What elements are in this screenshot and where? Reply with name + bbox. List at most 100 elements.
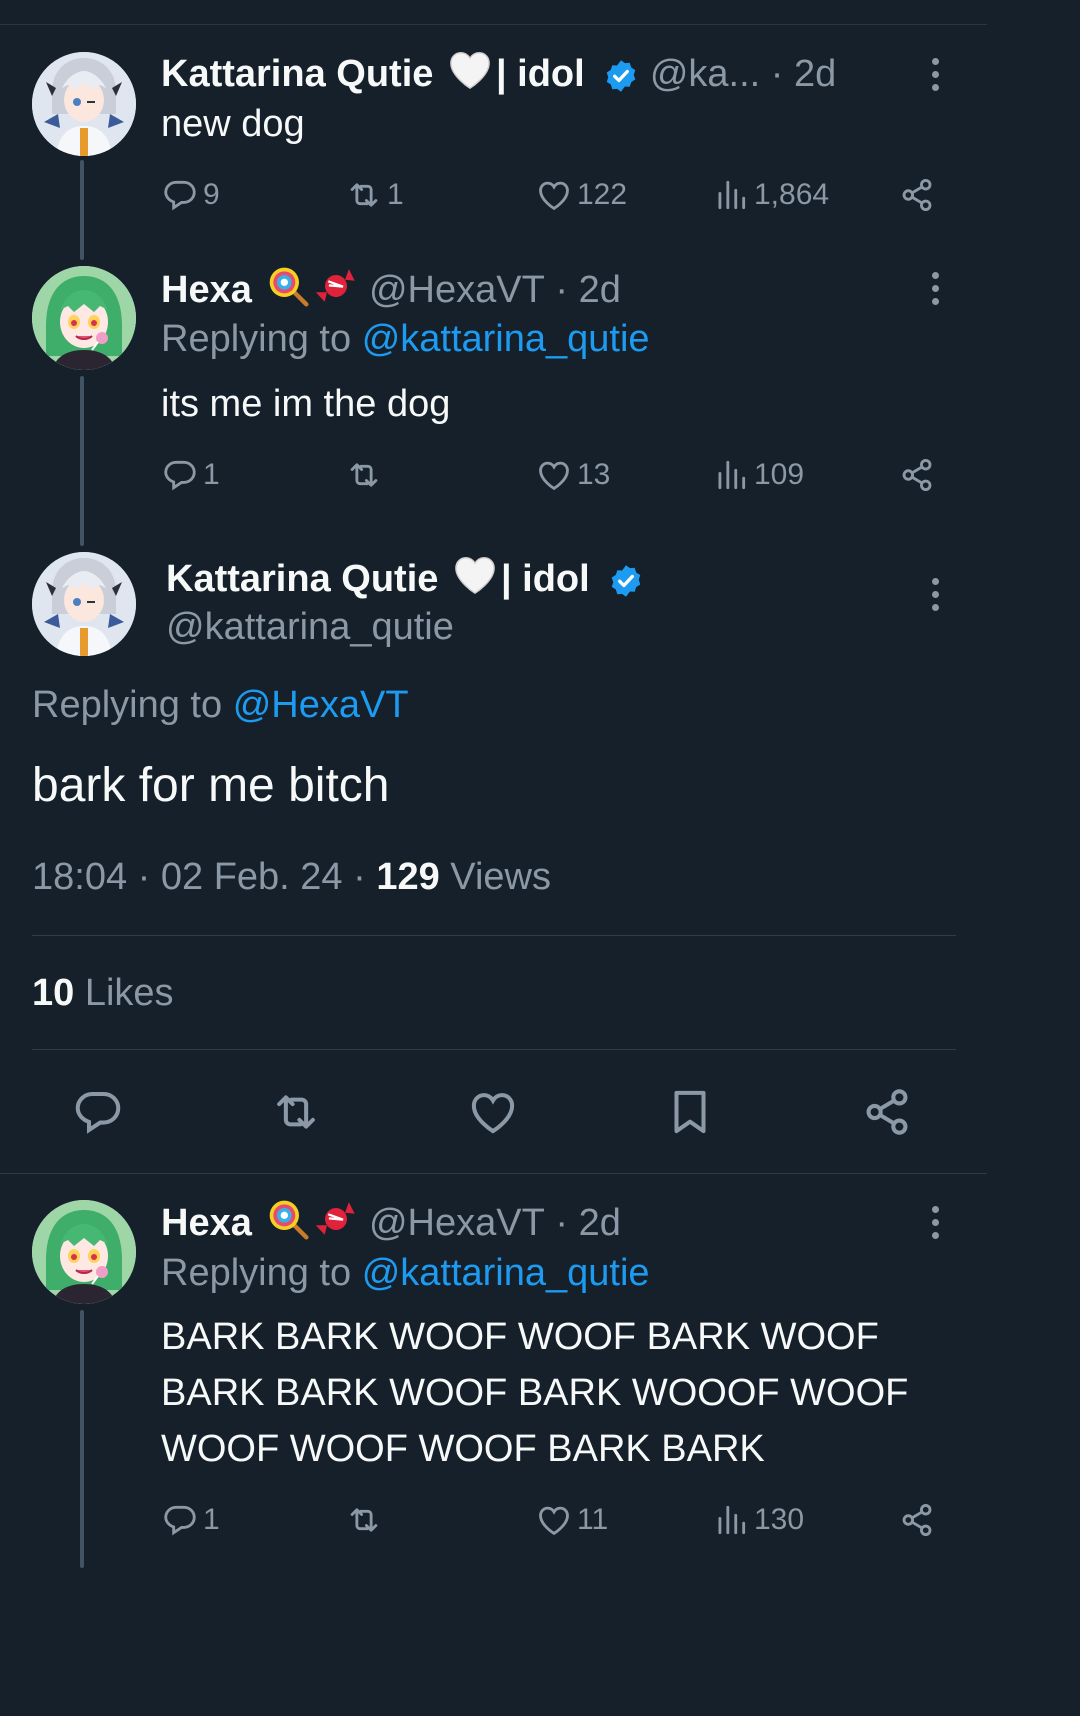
avatar[interactable] <box>32 552 136 656</box>
more-icon[interactable] <box>932 58 940 92</box>
author-name-suffix: | idol <box>495 53 585 95</box>
divider <box>32 935 956 936</box>
replying-to: Replying to @HexaVT <box>32 684 409 727</box>
bookmark-button[interactable] <box>663 1085 717 1144</box>
reply-button[interactable] <box>71 1085 125 1144</box>
candy-icon <box>314 1197 358 1241</box>
divider <box>0 1173 987 1174</box>
author-handle[interactable]: @kattarina_qutie <box>166 606 454 649</box>
retweet-icon <box>345 1501 383 1539</box>
replying-to-link[interactable]: @HexaVT <box>233 684 409 726</box>
author-handle[interactable]: @ka... <box>650 53 760 95</box>
retweet-button[interactable] <box>345 456 387 494</box>
tweet-time[interactable]: · 2d <box>555 1202 620 1244</box>
views-count: 130 <box>754 1503 805 1536</box>
more-icon[interactable] <box>932 578 940 612</box>
verified-icon <box>608 563 644 599</box>
top-divider <box>0 24 987 25</box>
author-handle[interactable]: @HexaVT <box>369 269 545 311</box>
author-name-suffix: | idol <box>500 558 590 600</box>
share-icon <box>898 456 936 494</box>
reply-button[interactable]: 1 <box>161 1501 220 1539</box>
share-icon <box>898 1501 936 1539</box>
share-button[interactable] <box>898 1501 940 1539</box>
replying-to-link[interactable]: @kattarina_qutie <box>362 318 650 360</box>
views-count: 129 <box>376 856 440 898</box>
replying-to-link[interactable]: @kattarina_qutie <box>362 1252 650 1294</box>
more-icon[interactable] <box>932 272 940 306</box>
divider <box>32 1049 956 1050</box>
reply-count: 9 <box>203 178 220 211</box>
like-button[interactable]: 11 <box>535 1501 608 1539</box>
timestamp[interactable]: 18:04 · 02 Feb. 24 · <box>32 856 366 898</box>
like-icon <box>535 1501 573 1539</box>
views-button[interactable]: 109 <box>712 456 804 494</box>
reply-icon <box>161 1501 199 1539</box>
author-name[interactable]: Kattarina Qutie | idol <box>166 555 644 601</box>
share-button[interactable] <box>898 176 940 214</box>
like-button[interactable] <box>466 1085 520 1144</box>
like-button[interactable]: 122 <box>535 176 627 214</box>
tweet-meta: 18:04 · 02 Feb. 24 · 129 Views <box>32 856 551 899</box>
like-count: 13 <box>577 458 611 491</box>
views-button[interactable]: 130 <box>712 1501 804 1539</box>
avatar[interactable] <box>32 266 136 370</box>
author-handle[interactable]: @HexaVT <box>369 1202 545 1244</box>
avatar[interactable] <box>32 1200 136 1304</box>
share-icon <box>860 1085 914 1139</box>
reply-icon <box>161 176 199 214</box>
tweet-text: BARK BARK WOOF WOOF BARK WOOF BARK BARK … <box>161 1316 909 1470</box>
thread-line <box>80 376 84 546</box>
views-icon <box>712 1501 750 1539</box>
tweet-text: its me im the dog <box>161 383 451 425</box>
likes-label: Likes <box>84 972 174 1014</box>
likes-count: 10 <box>32 972 75 1014</box>
like-count: 11 <box>577 1503 609 1536</box>
more-icon[interactable] <box>932 1206 940 1240</box>
share-button[interactable] <box>860 1085 914 1144</box>
replying-to: Replying to @kattarina_qutie <box>161 1252 650 1295</box>
retweet-button[interactable]: 1 <box>345 176 404 214</box>
thread-line <box>80 160 84 260</box>
bookmark-icon <box>663 1085 717 1139</box>
views-label: Views <box>450 856 551 898</box>
lollipop-icon <box>266 1197 310 1241</box>
share-button[interactable] <box>898 456 940 494</box>
retweet-button[interactable] <box>269 1085 323 1144</box>
tweet-text: bark for me bitch <box>32 759 390 812</box>
replying-to: Replying to @kattarina_qutie <box>161 318 650 361</box>
views-button[interactable]: 1,864 <box>712 176 829 214</box>
author-name[interactable]: Hexa @HexaVT · 2d <box>161 264 621 312</box>
like-button[interactable]: 13 <box>535 456 610 494</box>
views-count: 1,864 <box>754 178 830 211</box>
author-name-text: Hexa <box>161 269 252 311</box>
reply-button[interactable]: 9 <box>161 176 220 214</box>
reply-button[interactable]: 1 <box>161 456 220 494</box>
retweet-count: 1 <box>387 178 404 211</box>
tweet-time[interactable]: · 2d <box>771 53 836 95</box>
tweet-time[interactable]: · 2d <box>555 269 620 311</box>
thread-line <box>80 1310 84 1568</box>
white-heart-icon <box>453 555 497 595</box>
lollipop-icon <box>266 264 310 308</box>
author-name[interactable]: Kattarina Qutie | idol @ka... · 2d <box>161 50 836 96</box>
views-icon <box>712 176 750 214</box>
candy-icon <box>314 264 358 308</box>
like-icon <box>466 1085 520 1139</box>
like-icon <box>535 456 573 494</box>
views-icon <box>712 456 750 494</box>
author-name[interactable]: Hexa @HexaVT · 2d <box>161 1197 621 1245</box>
author-name-text: Kattarina Qutie <box>166 558 439 600</box>
retweet-icon <box>269 1085 323 1139</box>
replying-to-prefix: Replying to <box>161 1252 352 1294</box>
likes-summary[interactable]: 10 Likes <box>32 972 174 1015</box>
avatar[interactable] <box>32 52 136 156</box>
reply-count: 1 <box>203 1503 220 1536</box>
retweet-icon <box>345 176 383 214</box>
retweet-button[interactable] <box>345 1501 387 1539</box>
verified-icon <box>603 58 639 94</box>
like-icon <box>535 176 573 214</box>
reply-count: 1 <box>203 458 220 491</box>
replying-to-prefix: Replying to <box>161 318 352 360</box>
reply-icon <box>71 1085 125 1139</box>
